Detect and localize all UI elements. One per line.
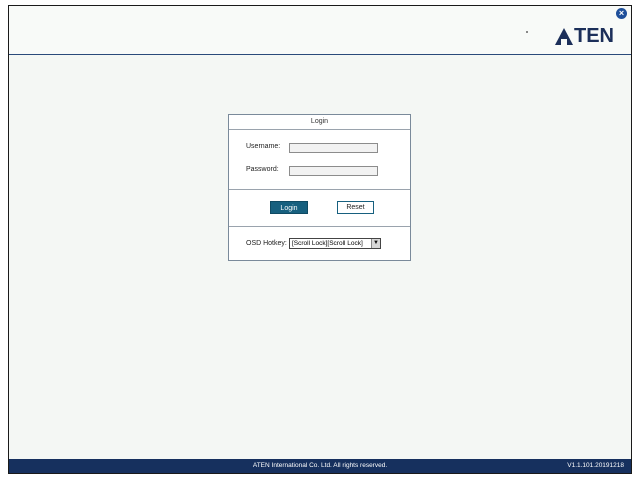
osd-hotkey-label: OSD Hotkey: [246, 240, 287, 247]
aten-logo: TEN [555, 25, 614, 47]
buttons-divider [229, 226, 410, 227]
chevron-down-icon[interactable]: ▼ [371, 239, 380, 248]
logo-a-icon [555, 27, 573, 45]
header-divider [9, 54, 631, 55]
footer-bar: ATEN International Co. Ltd. All rights r… [9, 459, 631, 473]
close-icon[interactable]: × [616, 8, 627, 19]
header-bar: × TEN [9, 6, 631, 54]
username-label: Username: [246, 143, 281, 150]
login-button[interactable]: Login [270, 201, 308, 214]
title-divider [229, 129, 410, 130]
login-window: × TEN Login Username: Password: Login Re… [8, 5, 632, 474]
username-input[interactable] [289, 143, 378, 153]
login-title: Login [310, 118, 329, 125]
osd-hotkey-value: [Scroll Lock][Scroll Lock] [292, 240, 363, 247]
password-input[interactable] [289, 166, 378, 176]
password-label: Password: [246, 166, 279, 173]
reset-button[interactable]: Reset [337, 201, 374, 214]
osd-hotkey-select[interactable]: [Scroll Lock][Scroll Lock] ▼ [289, 238, 381, 249]
copyright-text: ATEN International Co. Ltd. All rights r… [252, 462, 388, 469]
version-text: V1.1.101.20191218 [567, 462, 624, 469]
logo-text: TEN [574, 25, 614, 47]
header-dot [526, 31, 528, 33]
fields-divider [229, 189, 410, 190]
login-panel: Login Username: Password: Login Reset OS… [228, 114, 411, 261]
